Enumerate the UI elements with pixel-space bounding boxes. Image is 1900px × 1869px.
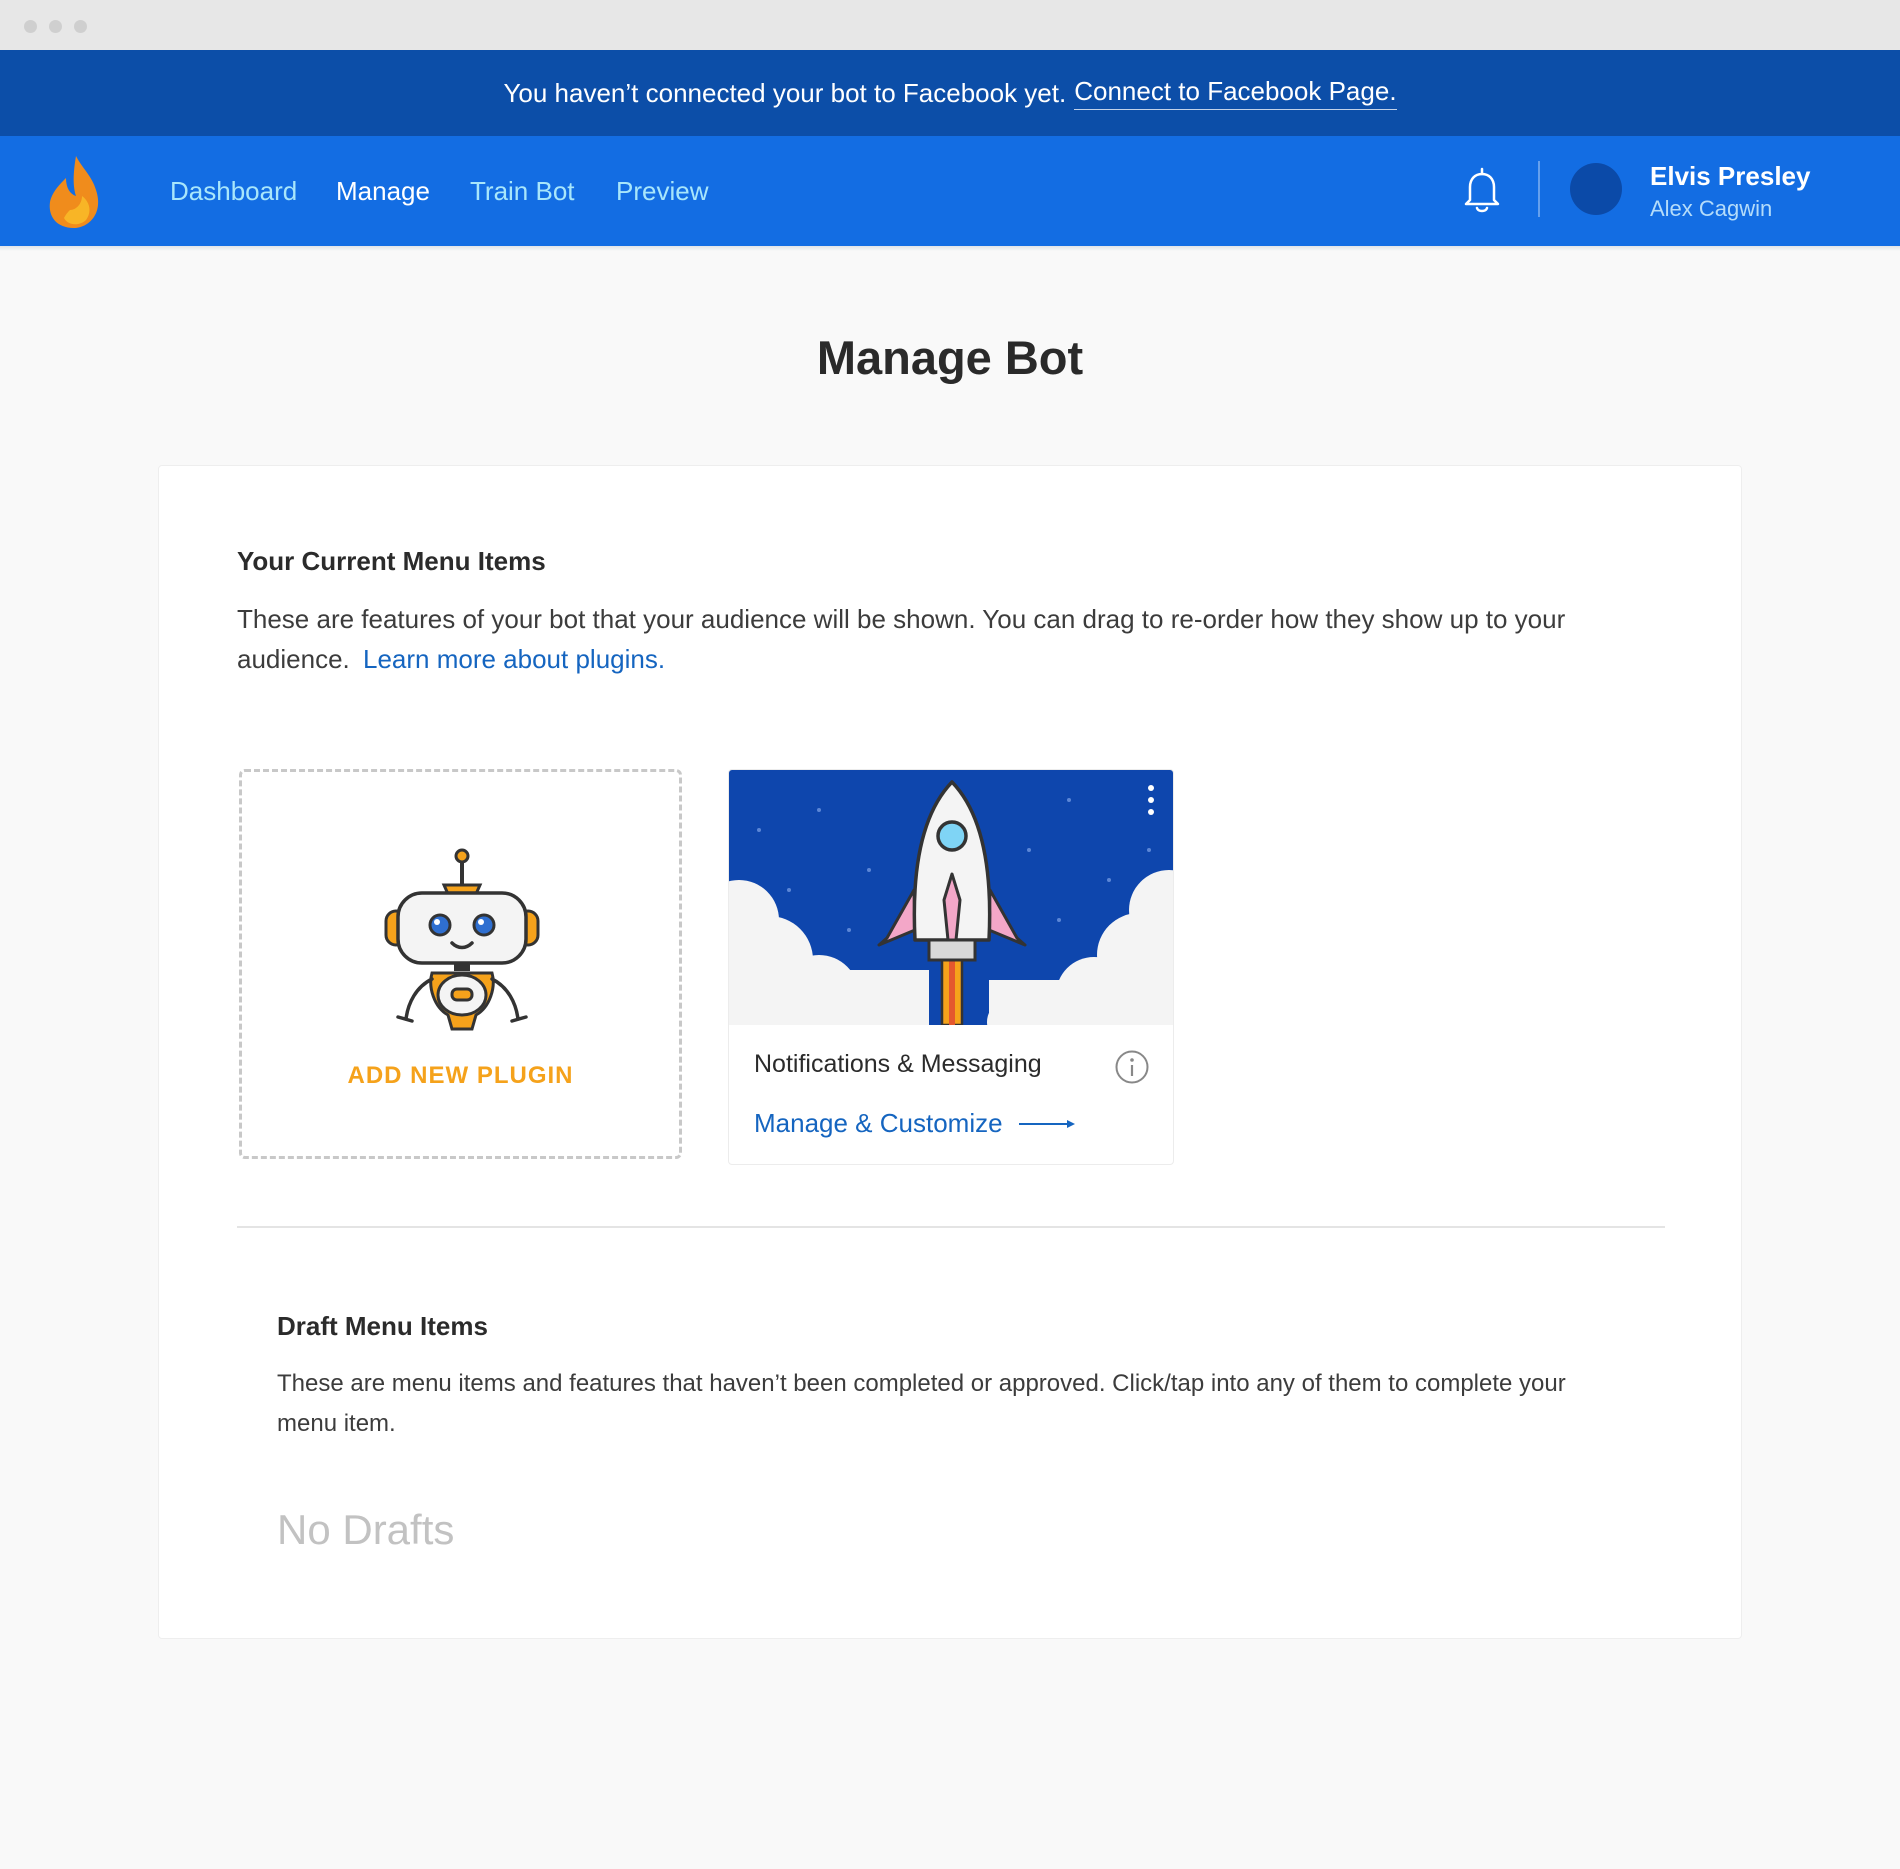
user-name[interactable]: Elvis Presley — [1650, 161, 1810, 192]
drafts-description: These are menu items and features that h… — [277, 1370, 1566, 1437]
manage-customize-label: Manage & Customize — [754, 1108, 1003, 1138]
nav-shadow — [0, 246, 1900, 251]
arrow-right-icon — [1018, 1119, 1075, 1128]
add-new-plugin-button[interactable]: ADD NEW PLUGIN — [239, 769, 682, 1159]
facebook-connect-banner: You haven’t connected your bot to Facebo… — [0, 50, 1900, 136]
section-divider — [237, 1226, 1665, 1228]
nav-dashboard[interactable]: Dashboard — [170, 176, 297, 207]
plugin-name: Notifications & Messaging — [754, 1050, 1042, 1078]
window-maximize-dot[interactable] — [74, 20, 87, 33]
info-icon[interactable] — [1114, 1049, 1150, 1085]
top-navigation: Dashboard Manage Train Bot Preview Elvis… — [0, 136, 1900, 246]
robot-icon — [384, 848, 540, 1031]
more-options-icon[interactable] — [1141, 782, 1161, 822]
manage-customize-link[interactable]: Manage & Customize — [754, 1108, 1077, 1139]
rocket-icon — [729, 770, 1173, 1025]
connect-facebook-link[interactable]: Connect to Facebook Page. — [1074, 76, 1397, 110]
user-subtitle: Alex Cagwin — [1650, 196, 1773, 221]
page-title: Manage Bot — [816, 331, 1084, 384]
plugin-card[interactable]: Notifications & Messaging Manage & Custo… — [728, 769, 1174, 1165]
flame-logo-icon[interactable] — [46, 154, 108, 230]
current-menu-title: Your Current Menu Items — [237, 546, 546, 576]
nav-manage[interactable]: Manage — [336, 176, 430, 207]
add-new-plugin-label: ADD NEW PLUGIN — [347, 1062, 574, 1089]
nav-train-bot[interactable]: Train Bot — [470, 176, 575, 207]
window-minimize-dot[interactable] — [49, 20, 62, 33]
manage-bot-card: Your Current Menu Items These are featur… — [158, 465, 1742, 1639]
window-titlebar — [0, 0, 1900, 50]
banner-message: You haven’t connected your bot to Facebo… — [503, 77, 1067, 108]
window-close-dot[interactable] — [24, 20, 37, 33]
avatar[interactable] — [1570, 163, 1622, 215]
nav-divider — [1538, 161, 1540, 217]
drafts-title: Draft Menu Items — [277, 1311, 488, 1341]
learn-more-link[interactable]: Learn more about plugins. — [363, 644, 665, 674]
no-drafts-label: No Drafts — [277, 1506, 455, 1553]
current-menu-description: These are features of your bot that your… — [237, 599, 1657, 679]
bell-icon[interactable] — [1460, 166, 1504, 214]
nav-preview[interactable]: Preview — [616, 176, 708, 207]
